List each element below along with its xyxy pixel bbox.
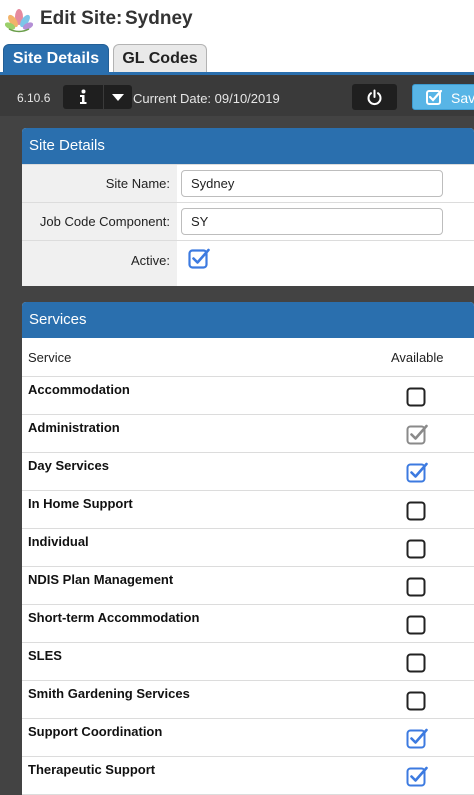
- service-name: SLES: [28, 648, 62, 663]
- services-column-header: Service Available: [22, 338, 474, 377]
- info-button[interactable]: [63, 85, 103, 109]
- service-available-checkbox[interactable]: [406, 461, 428, 483]
- info-icon: [80, 89, 87, 104]
- service-row: NDIS Plan Management: [22, 567, 474, 605]
- site-name-row: Site Name:: [22, 164, 474, 202]
- site-details-header: Site Details: [22, 128, 474, 164]
- service-row: Individual: [22, 529, 474, 567]
- lotus-logo-icon: [5, 9, 33, 33]
- toolbar: 6.10.6 Current Date: 09/10/2019 Save: [0, 75, 474, 116]
- service-name: In Home Support: [28, 496, 133, 511]
- active-label-cell: Active:: [22, 241, 177, 286]
- services-panel: Services Service Available Accommodation…: [22, 302, 474, 795]
- service-available-checkbox[interactable]: [406, 537, 428, 559]
- job-code-row: Job Code Component:: [22, 202, 474, 240]
- service-name: Accommodation: [28, 382, 130, 397]
- service-available-checkbox[interactable]: [406, 385, 428, 407]
- service-name: Support Coordination: [28, 724, 163, 739]
- service-available-checkbox[interactable]: [406, 765, 428, 787]
- service-available-checkbox[interactable]: [406, 499, 428, 521]
- job-code-input[interactable]: [181, 208, 443, 235]
- service-row: Smith Gardening Services: [22, 681, 474, 719]
- service-name: Individual: [28, 534, 89, 549]
- version-label: 6.10.6: [17, 91, 51, 105]
- service-row: Accommodation: [22, 377, 474, 415]
- service-available-checkbox: [406, 424, 428, 445]
- checkbox-icon: [426, 89, 443, 105]
- tab-gl-codes[interactable]: GL Codes: [113, 44, 207, 74]
- service-row: Administration: [22, 415, 474, 453]
- service-row: Day Services: [22, 453, 474, 491]
- column-available: Available: [391, 350, 444, 365]
- services-header: Services: [22, 302, 474, 338]
- active-row: Active:: [22, 240, 474, 286]
- service-available-checkbox[interactable]: [406, 689, 428, 711]
- service-available-checkbox[interactable]: [406, 575, 428, 597]
- service-available-checkbox[interactable]: [406, 727, 428, 749]
- service-available-checkbox[interactable]: [406, 613, 428, 635]
- service-name: Administration: [28, 420, 120, 435]
- save-button[interactable]: Save: [412, 84, 474, 110]
- info-dropdown-button[interactable]: [104, 85, 132, 109]
- job-code-label: Job Code Component:: [39, 214, 170, 229]
- save-label: Save: [451, 90, 474, 106]
- site-name-title: Sydney: [125, 8, 193, 29]
- site-name-label-cell: Site Name:: [22, 165, 177, 202]
- service-name: Day Services: [28, 458, 109, 473]
- job-code-label-cell: Job Code Component:: [22, 203, 177, 240]
- current-date: Current Date: 09/10/2019: [133, 91, 280, 106]
- caret-down-icon: [112, 94, 124, 101]
- service-name: NDIS Plan Management: [28, 572, 174, 587]
- service-row: Therapeutic Support: [22, 757, 474, 795]
- power-icon: [367, 89, 382, 105]
- column-service: Service: [28, 350, 72, 365]
- title-bar: Edit Site: Sydney: [0, 0, 474, 44]
- service-row: SLES: [22, 643, 474, 681]
- page-title: Edit Site:: [40, 8, 123, 29]
- service-name: Therapeutic Support: [28, 762, 156, 777]
- service-name: Smith Gardening Services: [28, 686, 190, 701]
- active-label: Active:: [130, 253, 170, 268]
- logout-button[interactable]: [352, 84, 397, 110]
- active-checkbox[interactable]: [188, 247, 210, 269]
- site-name-input[interactable]: [181, 170, 443, 197]
- service-row: Short-term Accommodation: [22, 605, 474, 643]
- site-details-panel: Site Details Site Name: Job Code Compone…: [22, 128, 474, 286]
- service-name: Short-term Accommodation: [28, 610, 200, 625]
- tab-bar: Site Details GL Codes: [0, 44, 474, 74]
- content-area: Site Details Site Name: Job Code Compone…: [0, 116, 474, 795]
- service-row: Support Coordination: [22, 719, 474, 757]
- tab-site-details[interactable]: Site Details: [3, 44, 109, 74]
- site-name-label: Site Name:: [105, 176, 170, 191]
- service-available-checkbox[interactable]: [406, 651, 428, 673]
- service-row: In Home Support: [22, 491, 474, 529]
